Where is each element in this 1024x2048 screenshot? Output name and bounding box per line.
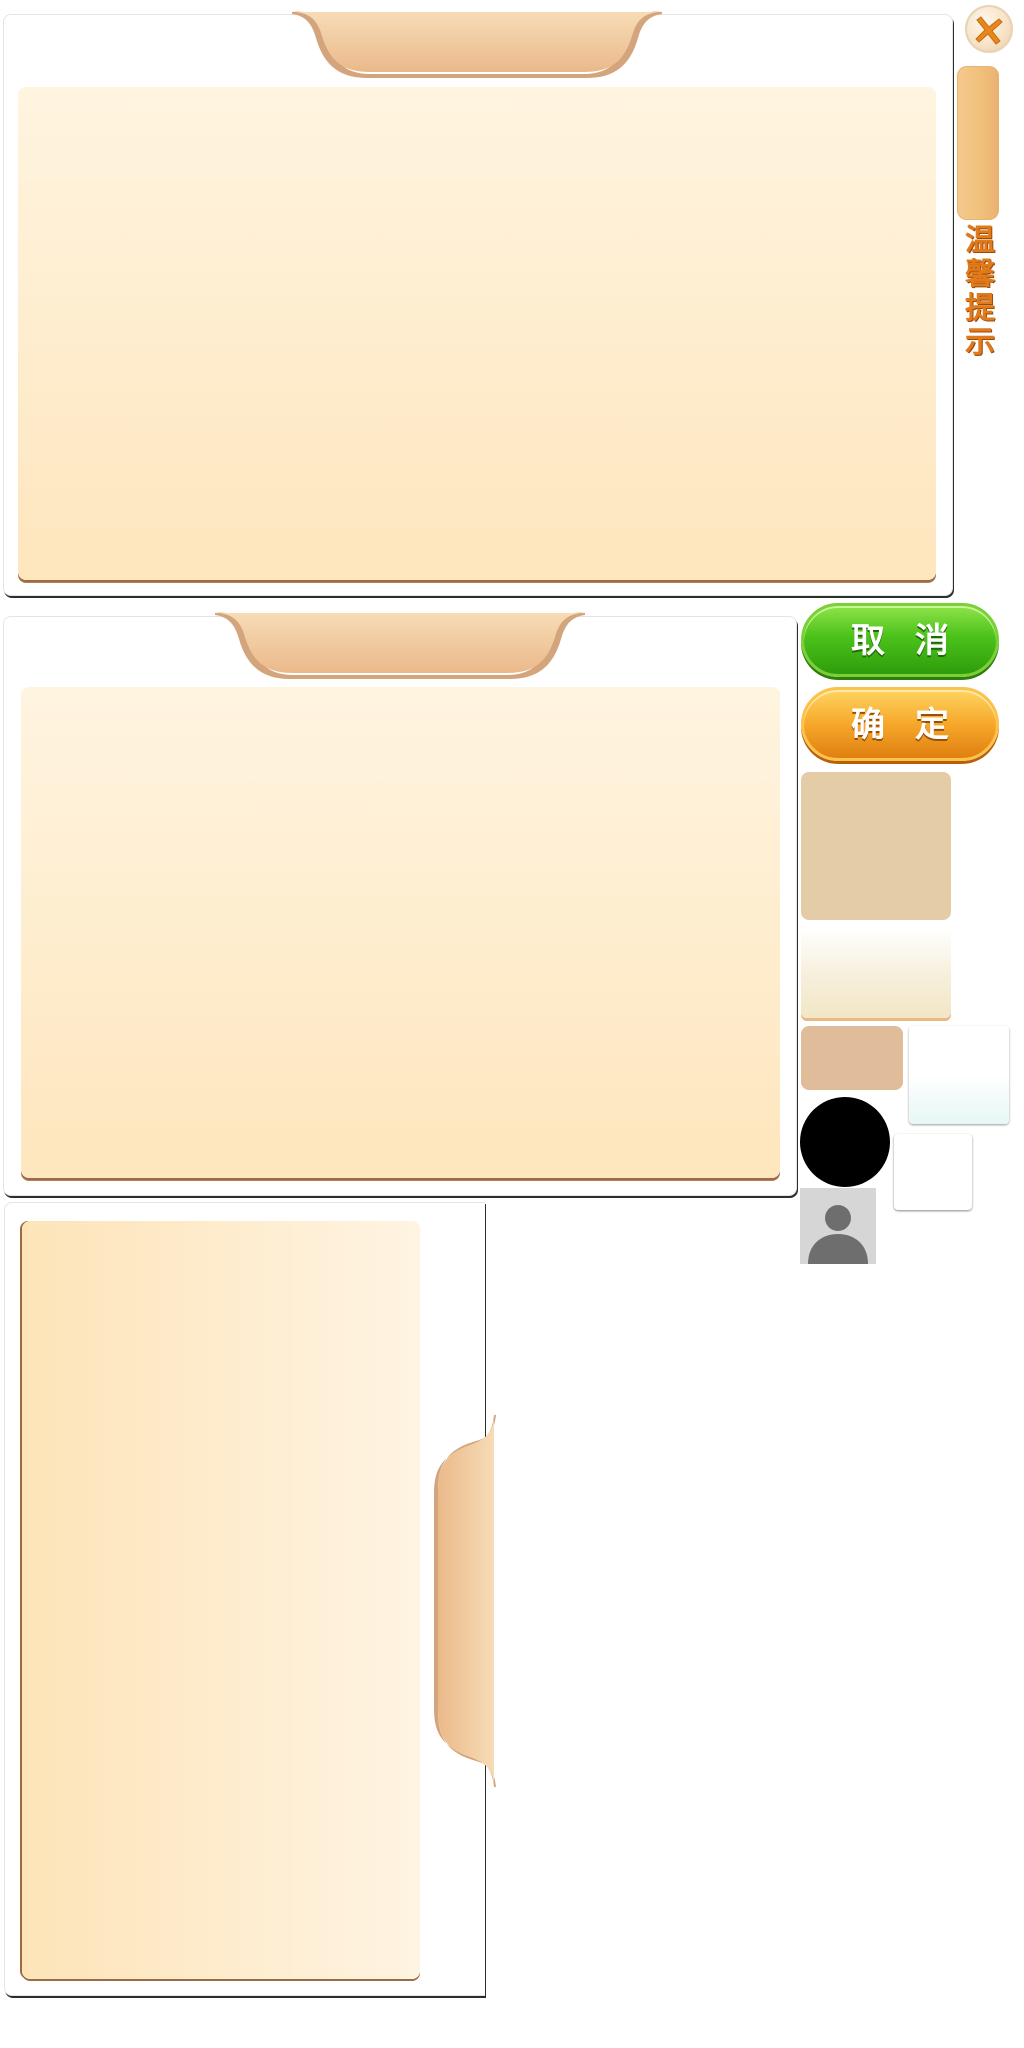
content-panel-middle xyxy=(21,687,780,1178)
confirm-button[interactable]: 确定 xyxy=(801,687,999,761)
peach-swatch xyxy=(801,1026,903,1090)
tan-swatch xyxy=(801,772,951,920)
title-tab-top xyxy=(292,11,662,78)
title-tab-side xyxy=(434,1415,496,1787)
mint-card-swatch xyxy=(909,1026,1009,1124)
content-panel-bottom xyxy=(22,1221,420,1979)
white-card-swatch xyxy=(894,1134,972,1210)
dialog-title: 温馨提示 xyxy=(965,223,995,360)
cream-strip-swatch xyxy=(801,928,951,1018)
cancel-button[interactable]: 取消 xyxy=(801,603,999,677)
dialog-title-vertical: 温馨提示 xyxy=(963,224,997,360)
close-x-icon xyxy=(975,16,1003,45)
close-button[interactable] xyxy=(965,5,1013,53)
content-panel-top xyxy=(18,87,936,580)
black-circle-swatch xyxy=(800,1097,890,1187)
side-title-tab xyxy=(957,66,999,220)
user-avatar xyxy=(800,1188,876,1264)
title-tab-middle xyxy=(215,612,585,679)
user-avatar-icon xyxy=(808,1205,868,1264)
